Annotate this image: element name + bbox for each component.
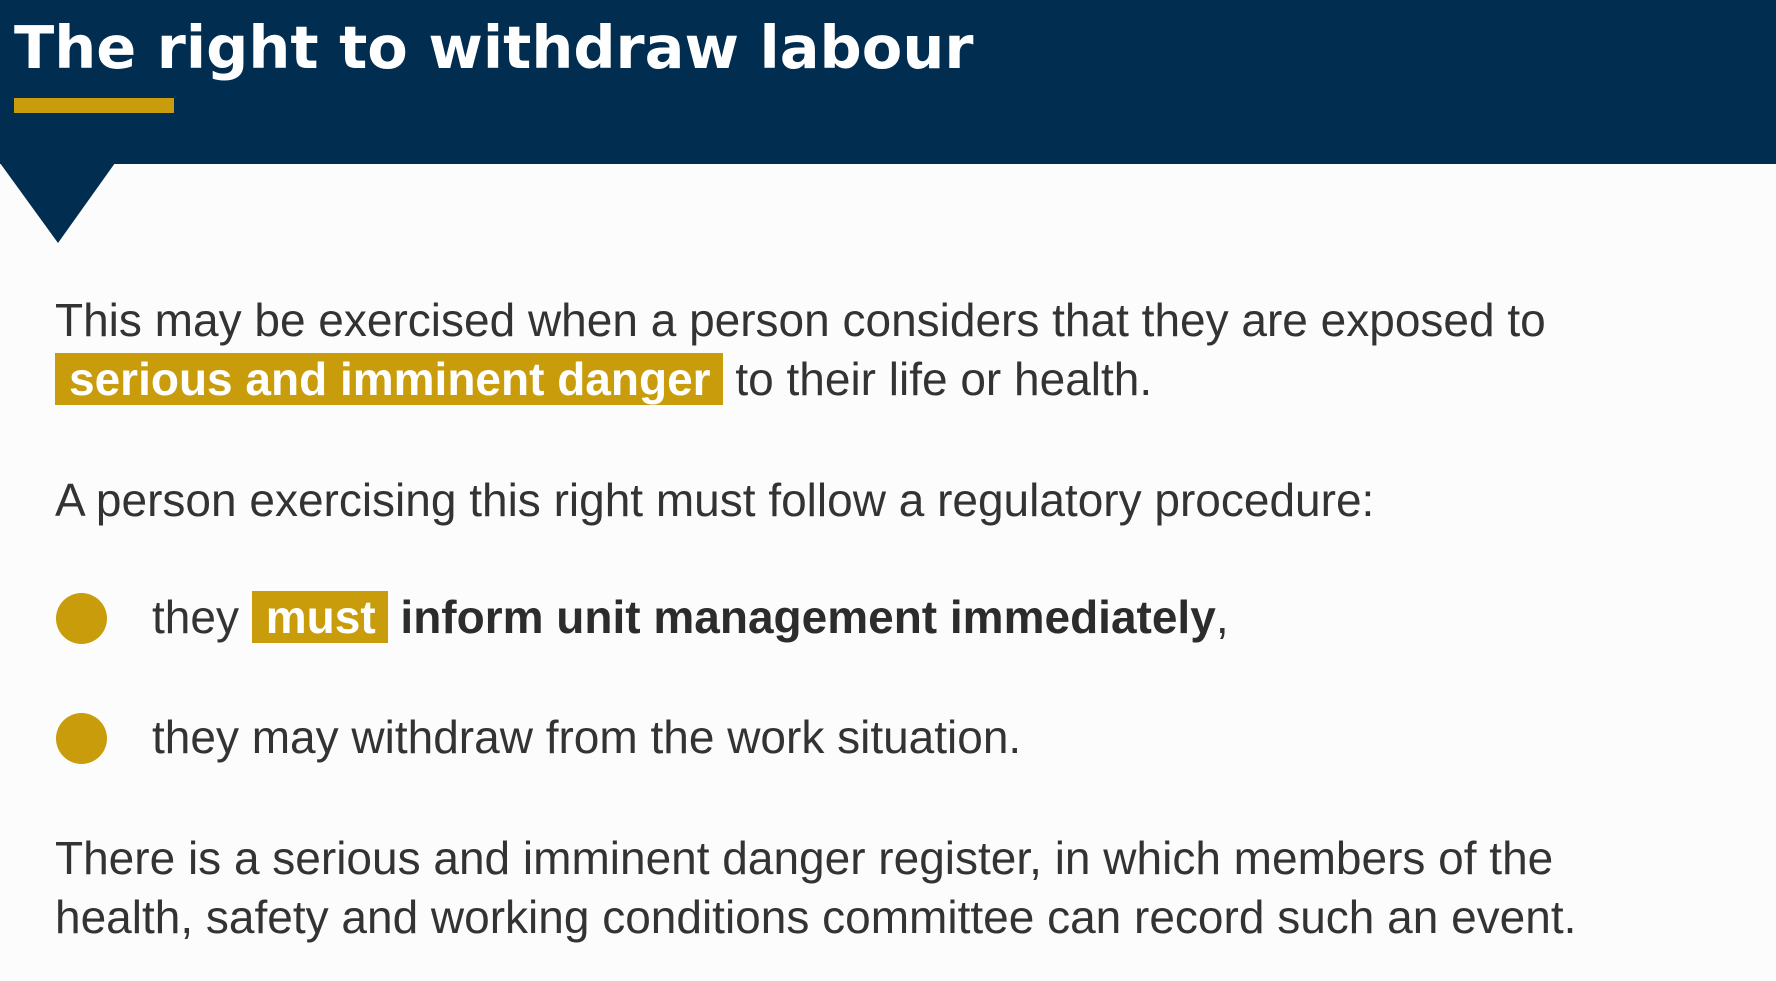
danger-highlight: serious and imminent danger xyxy=(55,353,723,405)
bullet-text: they may withdraw from the work situatio… xyxy=(152,711,1022,763)
slide-header: The right to withdraw labour xyxy=(0,0,1776,164)
intro-line-2-rest: to their life or health. xyxy=(722,353,1153,405)
bullet-suffix: , xyxy=(1215,591,1229,643)
header-pointer-triangle xyxy=(0,163,115,243)
bullet-prefix: they xyxy=(152,591,252,643)
register-line-1: There is a serious and imminent danger r… xyxy=(55,832,1554,884)
title-underline-bar xyxy=(14,98,174,113)
inform-emphasis: inform unit management immediately xyxy=(400,591,1216,643)
bullet-text: they must inform unit management immedia… xyxy=(152,588,1229,647)
must-highlight: must xyxy=(251,591,388,643)
bullet-dot-icon xyxy=(56,713,107,764)
bullet-dot-icon xyxy=(56,593,107,644)
slide-title: The right to withdraw labour xyxy=(14,13,974,82)
register-paragraph: There is a serious and imminent danger r… xyxy=(55,829,1576,947)
procedure-paragraph: A person exercising this right must foll… xyxy=(55,474,1375,526)
intro-paragraph: This may be exercised when a person cons… xyxy=(55,291,1546,409)
register-line-2: health, safety and working conditions co… xyxy=(55,891,1577,943)
intro-line-1: This may be exercised when a person cons… xyxy=(55,294,1546,346)
